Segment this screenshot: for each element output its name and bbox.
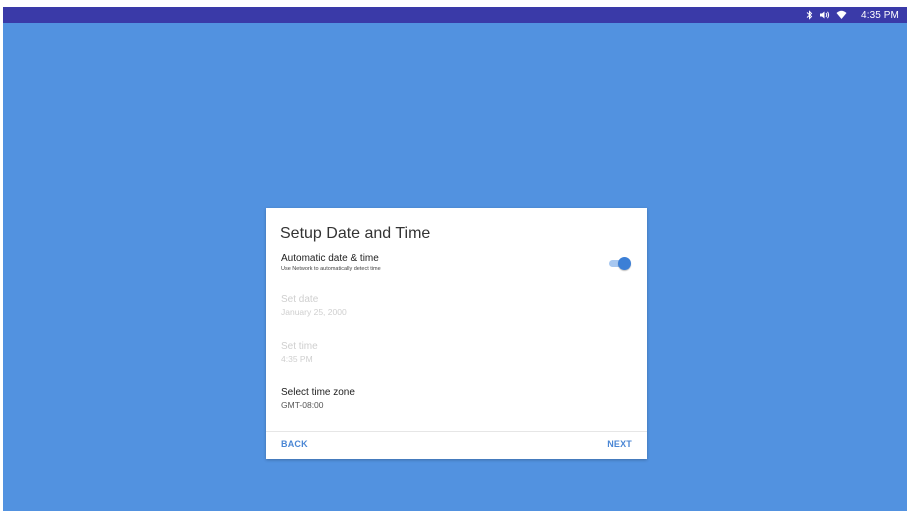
set-date-row: Set date January 25, 2000 [281,294,347,318]
status-icons: 4:35 PM [806,7,899,23]
dialog-title: Setup Date and Time [280,225,431,242]
setup-date-time-dialog: Setup Date and Time Automatic date & tim… [266,208,647,459]
auto-datetime-description: Use Network to automatically detect time [281,266,381,272]
auto-datetime-toggle[interactable] [609,257,631,270]
dialog-divider [266,431,647,432]
wifi-icon [836,10,847,20]
set-time-value: 4:35 PM [281,354,313,364]
back-button[interactable]: BACK [281,439,308,449]
volume-icon [819,10,830,20]
time-zone-row[interactable]: Select time zone GMT-08:00 [281,387,355,411]
auto-datetime-label: Automatic date & time [281,253,379,264]
set-time-row: Set time 4:35 PM [281,341,318,365]
bluetooth-icon [806,10,813,20]
time-zone-value: GMT-08:00 [281,400,324,410]
screen-background: 4:35 PM Setup Date and Time Automatic da… [3,7,907,511]
next-button[interactable]: NEXT [607,439,632,449]
set-date-value: January 25, 2000 [281,307,347,317]
auto-datetime-row[interactable]: Automatic date & time Use Network to aut… [281,253,381,273]
time-zone-label: Select time zone [281,387,355,398]
toggle-thumb [618,257,631,270]
status-time: 4:35 PM [861,9,899,21]
set-time-label: Set time [281,341,318,352]
status-bar: 4:35 PM [3,7,907,23]
set-date-label: Set date [281,294,319,305]
